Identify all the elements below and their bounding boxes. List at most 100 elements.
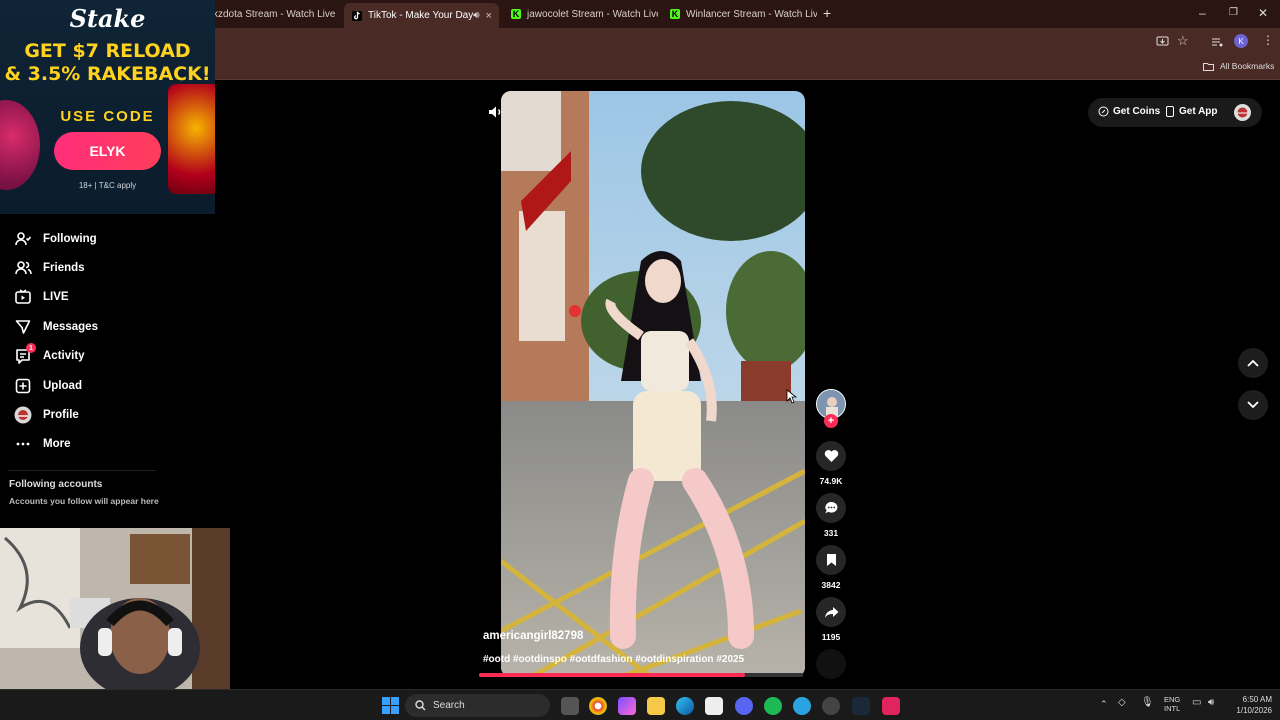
store-icon[interactable] bbox=[705, 697, 723, 715]
new-tab-button[interactable]: + bbox=[823, 5, 831, 21]
sidebar-item-label: Friends bbox=[43, 262, 85, 274]
divider bbox=[8, 470, 156, 471]
windows-taskbar: Search ⌃ ◇ 🎙︎ ENG INTL ▭ 🔊︎ 6:50 AM 1/10… bbox=[0, 689, 1280, 720]
previous-video-button[interactable] bbox=[1238, 348, 1268, 378]
kick-icon: K bbox=[670, 9, 680, 19]
video-caption[interactable]: #ootd #ootdinspo #ootdfashion #ootdinspi… bbox=[483, 654, 744, 665]
comment-icon bbox=[824, 501, 837, 514]
stake-logo: Stake bbox=[69, 4, 146, 33]
obs-icon[interactable] bbox=[822, 697, 840, 715]
telegram-icon[interactable] bbox=[793, 697, 811, 715]
sidebar-item-following[interactable]: Following bbox=[14, 229, 97, 249]
video-progress-bar[interactable] bbox=[479, 673, 803, 677]
chevron-up-icon bbox=[1247, 359, 1259, 367]
taskbar-search-box[interactable]: Search bbox=[405, 694, 550, 717]
chevron-down-icon bbox=[1247, 401, 1259, 409]
share-button[interactable] bbox=[816, 597, 846, 627]
sidebar-item-more[interactable]: More bbox=[14, 434, 70, 454]
sidebar-item-label: Activity bbox=[43, 350, 85, 362]
stake-ad-overlay[interactable]: Stake GET $7 RELOAD & 3.5% RAKEBACK! USE… bbox=[0, 0, 215, 214]
avatar[interactable] bbox=[1234, 104, 1251, 121]
tab-kzdota[interactable]: kzdota Stream - Watch Live × bbox=[205, 4, 340, 24]
bookmark-icon bbox=[826, 554, 836, 566]
sidebar-item-live[interactable]: LIVE bbox=[14, 287, 69, 307]
video-username[interactable]: americangirl82798 bbox=[483, 630, 583, 642]
get-app-label: Get App bbox=[1179, 106, 1218, 117]
tab-jawocolet[interactable]: K jawocolet Stream - Watch Live × bbox=[503, 4, 658, 24]
language-indicator[interactable]: ENG INTL bbox=[1164, 695, 1180, 713]
taskbar-clock[interactable]: 6:50 AM 1/10/2026 bbox=[1226, 694, 1272, 716]
tiktok-icon bbox=[352, 10, 362, 21]
sidebar-item-friends[interactable]: Friends bbox=[14, 258, 85, 278]
copilot-icon[interactable] bbox=[618, 697, 636, 715]
save-count: 3842 bbox=[821, 580, 841, 590]
live-icon bbox=[14, 288, 32, 306]
bookmark-star-icon[interactable]: ☆ bbox=[1177, 33, 1189, 49]
app-icon[interactable] bbox=[882, 697, 900, 715]
messages-icon bbox=[14, 318, 32, 336]
like-button[interactable] bbox=[816, 441, 846, 471]
ad-code-button[interactable]: ELYK bbox=[54, 132, 161, 170]
more-icon bbox=[14, 435, 32, 453]
sidebar-item-messages[interactable]: Messages bbox=[14, 317, 98, 337]
ad-headline-line2: & 3.5% RAKEBACK! bbox=[4, 63, 211, 85]
music-disc-icon[interactable] bbox=[816, 649, 846, 679]
file-explorer-icon[interactable] bbox=[647, 697, 665, 715]
task-view-icon[interactable] bbox=[561, 697, 579, 715]
tab-label: Winlancer Stream - Watch Live bbox=[686, 8, 817, 20]
kick-icon: K bbox=[511, 9, 521, 19]
close-window-icon[interactable]: ✕ bbox=[1258, 6, 1268, 20]
sidebar-item-label: Upload bbox=[43, 380, 82, 392]
edge-icon[interactable] bbox=[676, 697, 694, 715]
share-arrow-icon bbox=[824, 606, 838, 618]
tray-network-icon[interactable]: ◇ bbox=[1118, 697, 1126, 708]
sidebar-item-activity[interactable]: 1 Activity bbox=[14, 343, 85, 366]
lang-line1: ENG bbox=[1164, 695, 1181, 704]
sidebar-item-label: LIVE bbox=[43, 291, 69, 303]
tray-chevron-up-icon[interactable]: ⌃ bbox=[1100, 699, 1108, 710]
tab-close-icon[interactable]: × bbox=[335, 8, 340, 20]
tab-close-icon[interactable]: × bbox=[480, 10, 492, 22]
get-coins-label: Get Coins bbox=[1113, 106, 1161, 117]
install-app-icon[interactable] bbox=[1156, 35, 1169, 53]
webcam-overlay bbox=[0, 528, 230, 689]
tab-winlancer[interactable]: K Winlancer Stream - Watch Live × bbox=[662, 4, 817, 24]
spotify-icon[interactable] bbox=[764, 697, 782, 715]
volume-tray-icon[interactable]: 🔊︎ bbox=[1208, 697, 1214, 708]
lang-line2: INTL bbox=[1164, 704, 1181, 713]
tab-label: kzdota Stream - Watch Live bbox=[213, 8, 336, 20]
follow-plus-icon[interactable]: + bbox=[824, 414, 838, 428]
menu-kebab-icon[interactable]: ⋮ bbox=[1262, 33, 1274, 47]
sidebar-item-profile[interactable]: Profile bbox=[14, 405, 79, 425]
heart-icon bbox=[824, 450, 838, 462]
all-bookmarks-label: All Bookmarks bbox=[1220, 61, 1275, 71]
display-icon[interactable]: ▭ bbox=[1192, 697, 1201, 708]
next-video-button[interactable] bbox=[1238, 390, 1268, 420]
sidebar-item-label: Profile bbox=[43, 409, 79, 421]
search-placeholder: Search bbox=[433, 700, 465, 711]
steam-icon[interactable] bbox=[852, 697, 870, 715]
phone-icon bbox=[1166, 106, 1174, 117]
profile-avatar[interactable]: K bbox=[1234, 34, 1248, 48]
sidebar-item-upload[interactable]: Upload bbox=[14, 376, 82, 396]
mouse-cursor-icon bbox=[786, 389, 798, 410]
user-follow-icon bbox=[14, 230, 32, 248]
restore-icon[interactable]: ❐ bbox=[1229, 7, 1238, 18]
chrome-icon[interactable] bbox=[589, 697, 607, 715]
video-player[interactable] bbox=[501, 91, 805, 677]
comment-button[interactable] bbox=[816, 493, 846, 523]
minimize-icon[interactable]: – bbox=[1199, 6, 1206, 20]
upload-icon bbox=[14, 377, 32, 395]
get-coins-button[interactable]: Get Coins bbox=[1098, 106, 1160, 117]
tab-label: jawocolet Stream - Watch Live bbox=[527, 8, 658, 20]
sidebar-item-label: Messages bbox=[43, 321, 98, 333]
microphone-icon[interactable]: 🎙︎ bbox=[1141, 697, 1154, 708]
media-control-icon[interactable] bbox=[1211, 35, 1223, 53]
notification-badge: 1 bbox=[26, 343, 36, 353]
all-bookmarks-button[interactable]: All Bookmarks bbox=[1203, 61, 1274, 71]
windows-start-icon[interactable] bbox=[382, 697, 399, 719]
get-app-button[interactable]: Get App bbox=[1166, 106, 1218, 117]
save-button[interactable] bbox=[816, 545, 846, 575]
discord-icon[interactable] bbox=[735, 697, 753, 715]
tab-tiktok[interactable]: TikTok - Make Your Day 🔊︎ × bbox=[344, 3, 499, 28]
